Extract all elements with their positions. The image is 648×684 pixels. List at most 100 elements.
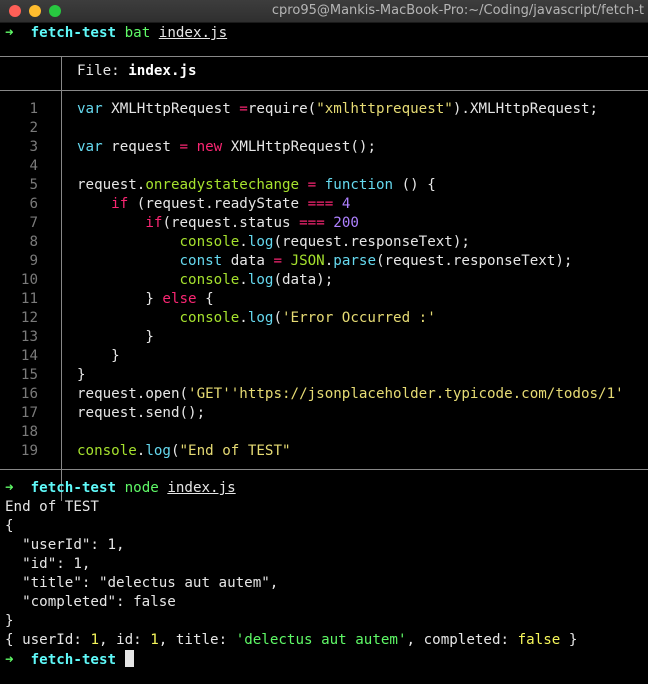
code-token: === [307,196,334,212]
code-token: = [239,101,248,117]
code-token: console [179,234,240,250]
line-number: 1 [29,101,38,117]
code-token: } [77,291,163,307]
code-text: } [77,328,154,347]
code-token: var [77,101,103,117]
line-number: 11 [20,291,38,307]
code-token: log [247,272,274,288]
code-line: 2 [0,119,648,138]
code-text: request.send(); [77,404,205,423]
window-title: cpro95@Mankis-MacBook-Pro:~/Coding/javas… [271,3,644,18]
prompt-arrow-icon: ➜ [5,480,14,496]
code-line: 11 } else { [0,290,648,309]
code-token: console [179,272,240,288]
code-line: 5 request.onreadystatechange = function (… [0,176,648,195]
code-line: 17 request.send(); [0,404,648,423]
code-line: 18 [0,423,648,442]
code-token: () { [393,177,436,193]
code-line: 7 if(request.status === 200 [0,214,648,233]
prompt-arrow-icon: ➜ [5,652,14,668]
code-token: 'Error Occurred :' [282,310,436,326]
value-userId: 1 [90,632,99,648]
code-token: "xmlhttprequest" [316,101,453,117]
code-token: request.send(); [77,405,206,421]
code-text: } [77,347,120,366]
code-line: 19 console.log("End of TEST" [0,442,648,461]
line-number: 8 [29,234,38,250]
output-line: { [5,518,14,534]
code-token: = [179,139,189,155]
code-text: console.log(request.responseText); [77,233,470,252]
line-number: 12 [20,310,38,326]
code-token: (request.responseText); [376,253,573,269]
code-token: new [188,139,223,155]
text-cursor [124,650,134,667]
line-number: 6 [29,196,38,212]
code-text: console.log('Error Occurred :' [77,309,436,328]
line-number: 2 [29,120,38,136]
prompt-line-current: ➜ fetch-test [5,650,134,669]
terminal[interactable]: ➜ fetch-test bat index.js File: index.js… [0,23,648,684]
code-line: 12 console.log('Error Occurred :' [0,309,648,328]
code-text: } [77,366,86,385]
prompt-line-bat: ➜ fetch-test bat index.js [5,24,227,43]
code-text: var XMLHttpRequest =require("xmlhttprequ… [77,100,598,119]
code-text: const data = JSON.parse(request.response… [77,252,573,271]
key-id: id: [116,632,142,648]
divider [0,469,648,470]
code-text: } else { [77,290,214,309]
line-number: 14 [20,348,38,364]
code-token: onreadystatechange [145,177,300,193]
code-token: const [179,253,223,269]
code-text: console.log("End of TEST" [77,442,291,461]
code-token: require( [247,101,317,117]
file-header-label: File: [77,63,129,79]
code-token: var [77,139,103,155]
line-number: 4 [29,158,38,174]
key-completed: completed: [423,632,510,648]
code-token: request. [77,177,146,193]
code-token: (request.responseText); [273,234,470,250]
code-text: request.open('GET''https://jsonplacehold… [77,385,624,404]
code-token: XMLHttpRequest(); [222,139,376,155]
code-token: } [77,367,86,383]
code-token: function [324,177,394,193]
line-number: 9 [29,253,38,269]
code-token: JSON [290,253,325,269]
divider [0,90,648,91]
prompt-directory: fetch-test [30,25,117,41]
code-token: parse [333,253,376,269]
brace-close: } [560,632,578,648]
code-token: = [307,177,317,193]
divider [0,56,648,57]
file-header: File: index.js [77,62,197,81]
code-token: XMLHttpRequest [111,101,240,117]
code-token: console [77,443,137,459]
code-token: . [239,272,248,288]
line-number: 13 [20,329,38,345]
command-argument: index.js [158,25,228,41]
code-token: if [145,215,163,231]
code-token: ).XMLHttpRequest; [452,101,599,117]
line-number: 17 [20,405,38,421]
code-token: ( [170,443,180,459]
code-token: if [111,196,129,212]
prompt-line-node: ➜ fetch-test node index.js [5,479,236,498]
output-line: End of TEST [5,499,99,515]
output-line: "userId": 1, [5,537,125,553]
code-line: 8 console.log(request.responseText); [0,233,648,252]
command-argument: index.js [167,480,236,496]
code-line: 10 console.log(data); [0,271,648,290]
code-token: = [273,253,283,269]
output-line: "id": 1, [5,556,91,572]
command-name: bat [124,25,151,41]
code-token: { [196,291,214,307]
code-token: console [179,310,240,326]
